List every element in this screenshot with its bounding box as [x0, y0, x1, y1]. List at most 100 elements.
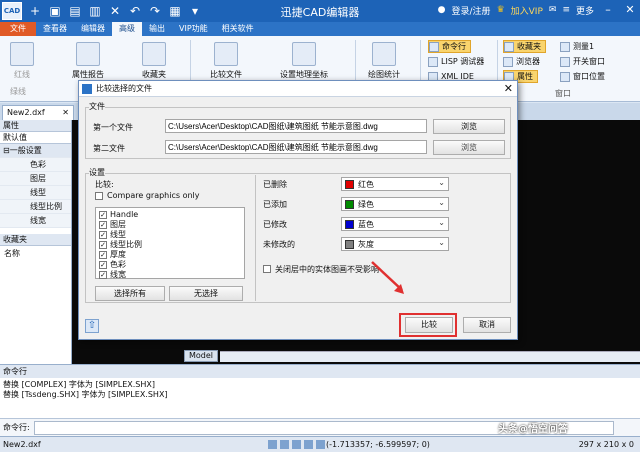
horizontal-scrollbar[interactable]: [220, 351, 640, 362]
tab-viewer[interactable]: 查看器: [36, 22, 74, 36]
command-line-button[interactable]: 命令行: [428, 40, 471, 53]
chevron-down-icon: ⌄: [438, 198, 445, 207]
more-icon[interactable]: ≡: [562, 5, 570, 15]
geo-coords-icon: [292, 42, 316, 66]
list-item[interactable]: ✓ 线型: [99, 230, 126, 239]
tab-vip[interactable]: VIP功能: [172, 22, 215, 36]
checkbox-checked[interactable]: ✓: [99, 230, 107, 239]
first-file-field[interactable]: [165, 119, 427, 133]
general-settings-group[interactable]: ⊟一般设置: [0, 144, 71, 158]
minimize-button[interactable]: –: [600, 2, 616, 18]
checkbox-checked[interactable]: ✓: [99, 260, 107, 269]
compare-graphics-only-label: Compare graphics only: [107, 191, 200, 200]
command-log: 替换 [COMPLEX] 字体为 [SIMPLEX.SHX] 替换 [Tssde…: [0, 378, 640, 418]
dropdown-arrow-icon[interactable]: ▾: [188, 4, 202, 18]
modified-color-select[interactable]: 蓝色 ⌄: [341, 217, 449, 231]
open-window-button[interactable]: 开关窗口: [560, 55, 605, 68]
ortho-icon[interactable]: [292, 440, 301, 449]
browse-second-button[interactable]: 浏览: [433, 140, 505, 155]
user-icon[interactable]: ●: [438, 5, 446, 15]
modified-swatch: [345, 219, 354, 229]
close-window-button[interactable]: ✕: [622, 2, 638, 18]
checkbox-checked[interactable]: ✓: [99, 270, 107, 279]
deleted-color-select[interactable]: 红色 ⌄: [341, 177, 449, 191]
properties-header: 属性: [0, 120, 71, 132]
more-link[interactable]: 更多: [576, 4, 594, 17]
chevron-down-icon: ⌄: [438, 238, 445, 247]
browse-first-button[interactable]: 浏览: [433, 119, 505, 134]
redo-icon[interactable]: ↷: [148, 4, 162, 18]
list-item[interactable]: ✓ 色彩: [99, 260, 126, 269]
select-all-button[interactable]: 选择所有: [95, 286, 165, 301]
red-line-button[interactable]: 红线: [10, 42, 34, 80]
checkbox-checked[interactable]: ✓: [99, 240, 107, 249]
unmodified-color-select[interactable]: 灰度 ⌄: [341, 237, 449, 251]
property-checklist: ✓ Handle ✓ 图层 ✓ 线型 ✓ 线型比例 ✓ 厚度 ✓ 色彩 ✓ 线宽: [95, 207, 245, 279]
checkbox-checked[interactable]: ✓: [99, 250, 107, 259]
list-item[interactable]: ✓ 线宽: [99, 270, 126, 279]
property-report-icon: [76, 42, 100, 66]
new-file-icon[interactable]: +: [28, 4, 42, 18]
tab-advanced[interactable]: 高级: [112, 22, 142, 36]
favorites-icon: [142, 42, 166, 66]
status-coordinates: (-1.713357; -6.599597; 0): [326, 440, 430, 449]
tab-file[interactable]: 文件: [0, 22, 36, 36]
login-link[interactable]: 登录/注册: [452, 4, 491, 17]
grid-icon[interactable]: [280, 440, 289, 449]
lisp-icon: [428, 56, 438, 67]
vip-link[interactable]: 加入VIP: [511, 4, 543, 17]
upload-arrow-icon[interactable]: ⇧: [85, 319, 99, 333]
compare-graphics-only-checkbox[interactable]: [95, 192, 103, 200]
print-icon[interactable]: ▦: [168, 4, 182, 18]
app-logo: CAD: [2, 2, 22, 20]
close-file-icon[interactable]: ✕: [108, 4, 122, 18]
select-none-button[interactable]: 无选择: [169, 286, 243, 301]
polar-icon[interactable]: [304, 440, 313, 449]
second-file-field[interactable]: [165, 140, 427, 154]
window-position-button[interactable]: 窗口位置: [560, 70, 605, 83]
close-tab-icon[interactable]: ✕: [62, 106, 69, 119]
property-row-color[interactable]: 色彩: [0, 158, 71, 172]
list-item[interactable]: ✓ 图层: [99, 220, 126, 229]
title-bar: CAD + ▣ ▤ ▥ ✕ ↶ ↷ ▦ ▾ 迅捷CAD编辑器 ● 登录/注册 ♛…: [0, 0, 640, 22]
undo-icon[interactable]: ↶: [128, 4, 142, 18]
set-geo-coords-button[interactable]: 设置地理坐标: [280, 42, 328, 80]
checkbox-checked[interactable]: ✓: [99, 210, 107, 219]
drawing-stats-button[interactable]: 绘图统计: [368, 42, 400, 80]
measure-toggle[interactable]: 测量1: [560, 40, 594, 53]
document-tab[interactable]: New2.dxf ✕: [2, 105, 74, 120]
property-row-linetype-scale[interactable]: 线型比例: [0, 200, 71, 214]
model-tab[interactable]: Model: [184, 350, 218, 362]
closed-layer-checkbox[interactable]: [263, 265, 271, 273]
snap-icon[interactable]: [268, 440, 277, 449]
property-row-lineweight[interactable]: 线宽: [0, 214, 71, 228]
favorites-toggle[interactable]: 收藏夹: [503, 40, 546, 53]
checkbox-checked[interactable]: ✓: [99, 220, 107, 229]
save-icon[interactable]: ▤: [68, 4, 82, 18]
open-folder-icon[interactable]: ▣: [48, 4, 62, 18]
browser-icon: [503, 56, 513, 67]
property-report-button[interactable]: 属性报告: [72, 42, 104, 80]
tab-output[interactable]: 输出: [142, 22, 172, 36]
tab-related-software[interactable]: 相关软件: [215, 22, 261, 36]
lineweight-icon[interactable]: [316, 440, 325, 449]
property-row-layer[interactable]: 图层: [0, 172, 71, 186]
added-swatch: [345, 199, 354, 209]
mail-icon[interactable]: ✉: [549, 5, 557, 15]
red-line-icon: [10, 42, 34, 66]
browser-toggle[interactable]: 浏览器: [503, 55, 540, 68]
dialog-close-button[interactable]: ✕: [504, 82, 513, 95]
property-row-linetype[interactable]: 线型: [0, 186, 71, 200]
green-line-button[interactable]: 绿线: [10, 76, 26, 97]
cancel-button[interactable]: 取消: [463, 317, 511, 333]
list-item[interactable]: ✓ Handle: [99, 210, 138, 219]
compare-files-button[interactable]: 比较文件: [210, 42, 242, 80]
list-item[interactable]: ✓ 厚度: [99, 250, 126, 259]
tab-editor[interactable]: 编辑器: [74, 22, 112, 36]
save-as-icon[interactable]: ▥: [88, 4, 102, 18]
added-color-select[interactable]: 绿色 ⌄: [341, 197, 449, 211]
favorites-button[interactable]: 收藏夹: [142, 42, 166, 80]
lisp-debugger-button[interactable]: LISP 调试器: [428, 55, 484, 68]
unmodified-label: 未修改的: [263, 240, 295, 249]
list-item[interactable]: ✓ 线型比例: [99, 240, 142, 249]
